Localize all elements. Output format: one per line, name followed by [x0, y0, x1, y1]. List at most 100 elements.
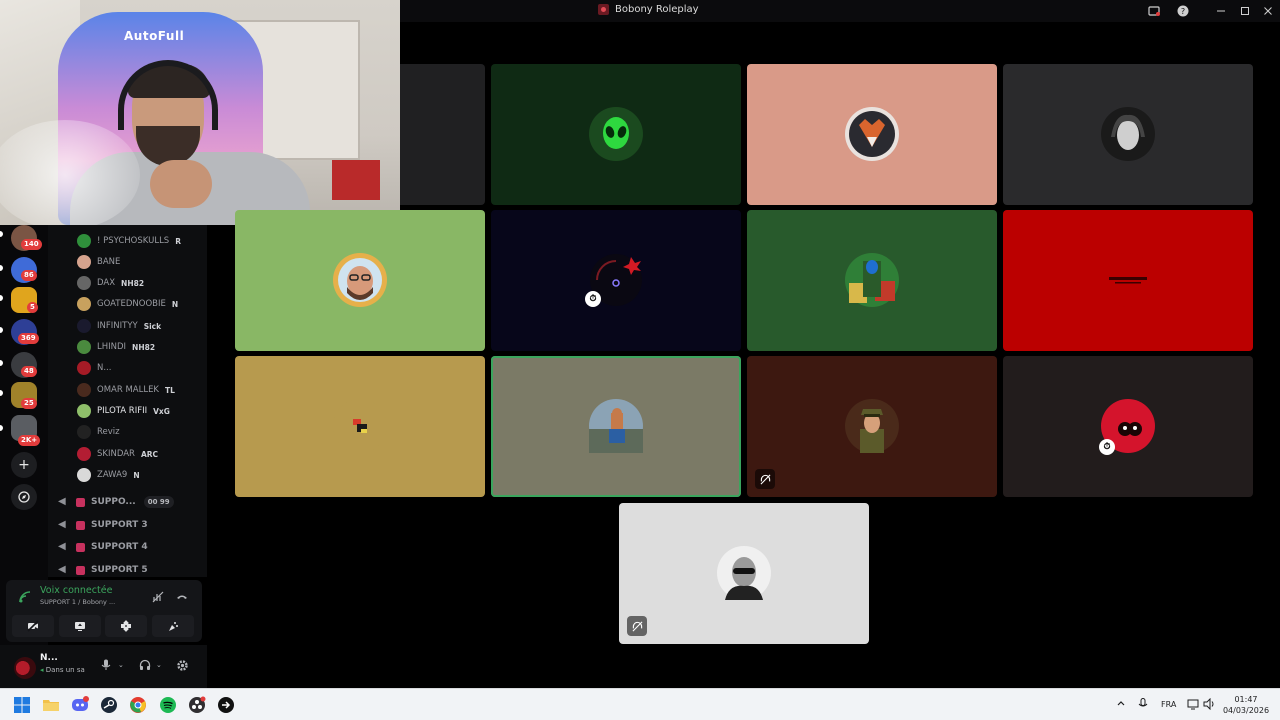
voice-channel[interactable]: ◀ SUPPORT 4	[58, 538, 148, 556]
discover-icon[interactable]	[11, 484, 37, 510]
member-item[interactable]: GOATEDNOOBIE N	[77, 295, 178, 313]
server-unread-pill	[0, 265, 3, 271]
soundboard-button[interactable]	[152, 615, 194, 637]
member-item[interactable]: ZAWA9 N	[77, 466, 140, 484]
participant-tile[interactable]	[619, 503, 869, 644]
microphone-options-chevron-down-icon[interactable]: ⌄	[118, 657, 124, 673]
participant-tile[interactable]: ⏱	[1003, 356, 1253, 497]
add-server-icon[interactable]: +	[11, 452, 37, 478]
member-name: GOATEDNOOBIE	[97, 299, 166, 309]
gear-icon[interactable]	[176, 657, 189, 673]
user-panel: N... ◂ Dans un sa ⌄ ⌄	[0, 645, 207, 688]
share-screen-button[interactable]	[59, 615, 101, 637]
microphone-icon[interactable]	[101, 657, 111, 673]
participant-avatar	[589, 399, 643, 453]
participant-avatar	[845, 107, 899, 161]
speaker-icon: ◀	[58, 564, 66, 575]
member-tag: VxG	[153, 406, 170, 416]
avatar[interactable]	[14, 657, 36, 679]
participant-tile[interactable]	[1003, 210, 1253, 351]
noise-suppression-icon[interactable]	[150, 589, 166, 605]
voice-channel[interactable]: ◀ SUPPORT 3	[58, 516, 148, 534]
voice-channel[interactable]: ◀ SUPPORT 5	[58, 561, 148, 577]
activity-badge-icon: ⏱	[1099, 439, 1115, 455]
member-name: ZAWA9	[97, 470, 128, 480]
participant-tile[interactable]	[235, 210, 485, 351]
camera-off-button[interactable]	[12, 615, 54, 637]
participant-tile[interactable]	[491, 64, 741, 205]
chevron-up-icon[interactable]	[1116, 698, 1126, 711]
participant-tile[interactable]	[491, 356, 741, 497]
windows-taskbar: FRA 01:47 04/03/2026	[0, 688, 1280, 720]
network-icon[interactable]	[1187, 698, 1199, 713]
avatar	[77, 234, 91, 248]
member-item[interactable]: LHINDI NH82	[77, 338, 155, 356]
member-item[interactable]: BANE	[77, 253, 120, 271]
server-badge: 25	[21, 398, 37, 409]
app-icon[interactable]	[217, 696, 235, 714]
steam-icon[interactable]	[100, 696, 118, 714]
maximize-icon[interactable]	[1237, 3, 1253, 19]
participant-avatar	[333, 253, 387, 307]
activities-button[interactable]	[105, 615, 147, 637]
signal-icon[interactable]	[18, 590, 32, 604]
voice-channel-path[interactable]: SUPPORT 1 / Bobony ...	[40, 598, 115, 606]
participant-tile[interactable]: ⏱	[491, 210, 741, 351]
participant-tile[interactable]	[747, 64, 997, 205]
close-icon[interactable]	[1260, 3, 1276, 19]
speaker-icon: ◀	[58, 519, 66, 530]
window-title: Bobony Roleplay	[615, 4, 699, 15]
member-name: INFINITYY	[97, 321, 138, 331]
server-badge: 140	[21, 239, 42, 250]
participant-avatar	[717, 546, 771, 600]
participant-avatar	[333, 399, 387, 453]
user-name[interactable]: N...	[40, 653, 58, 663]
headphones-options-chevron-down-icon[interactable]: ⌄	[156, 657, 162, 673]
participant-avatar	[589, 107, 643, 161]
member-name: SKINDAR	[97, 449, 135, 459]
server-badge: 2K+	[18, 435, 41, 446]
user-status-text: Dans un sa	[45, 666, 85, 674]
participant-tile[interactable]	[747, 210, 997, 351]
minimize-icon[interactable]	[1213, 3, 1229, 19]
participant-tile[interactable]	[1003, 64, 1253, 205]
language-indicator[interactable]: FRA	[1161, 700, 1176, 709]
webcam-person-hands	[150, 160, 212, 208]
avatar	[77, 447, 91, 461]
member-item[interactable]: INFINITYY Sick	[77, 317, 161, 335]
file-explorer-icon[interactable]	[42, 696, 60, 714]
participant-tile[interactable]	[747, 356, 997, 497]
volume-icon[interactable]	[1203, 697, 1215, 713]
member-item[interactable]: OMAR MALLEK TL	[77, 381, 175, 399]
discord-icon[interactable]	[71, 696, 89, 714]
member-item[interactable]: N...	[77, 359, 111, 377]
obs-icon[interactable]	[188, 696, 206, 714]
member-name: Reviz	[97, 427, 120, 437]
help-icon[interactable]: ?	[1175, 3, 1191, 19]
server-unread-pill	[0, 327, 3, 333]
channel-panel: ! PSYCHOSKULLS R BANE DAX NH82 GOATEDNOO…	[48, 225, 207, 577]
channel-badge-icon	[76, 520, 85, 530]
user-count-current: 00	[147, 498, 158, 506]
microphone-tray-icon[interactable]	[1138, 698, 1148, 713]
disconnect-icon[interactable]	[174, 589, 190, 605]
avatar	[77, 404, 91, 418]
member-item[interactable]: ! PSYCHOSKULLS R	[77, 232, 181, 250]
voice-channel[interactable]: ◀ SUPPO... 00 99	[58, 493, 174, 511]
member-item[interactable]: SKINDAR ARC	[77, 445, 158, 463]
member-item[interactable]: Reviz	[77, 423, 120, 441]
voice-channel-name: SUPPORT 4	[91, 542, 148, 552]
windows-start-icon[interactable]	[13, 696, 31, 714]
participant-tile[interactable]	[235, 356, 485, 497]
headphones-icon[interactable]	[139, 657, 151, 673]
member-item[interactable]: DAX NH82	[77, 274, 144, 292]
member-tag: Sick	[143, 321, 162, 331]
system-clock[interactable]: 01:47 04/03/2026	[1222, 694, 1270, 716]
participant-tile[interactable]	[400, 64, 485, 205]
avatar	[77, 255, 91, 269]
inbox-icon[interactable]	[1146, 3, 1162, 19]
chrome-icon[interactable]	[129, 696, 147, 714]
member-item[interactable]: PILOTA RIFII VxG	[77, 402, 170, 420]
voice-status[interactable]: Voix connectée	[40, 585, 112, 596]
spotify-icon[interactable]	[159, 696, 177, 714]
